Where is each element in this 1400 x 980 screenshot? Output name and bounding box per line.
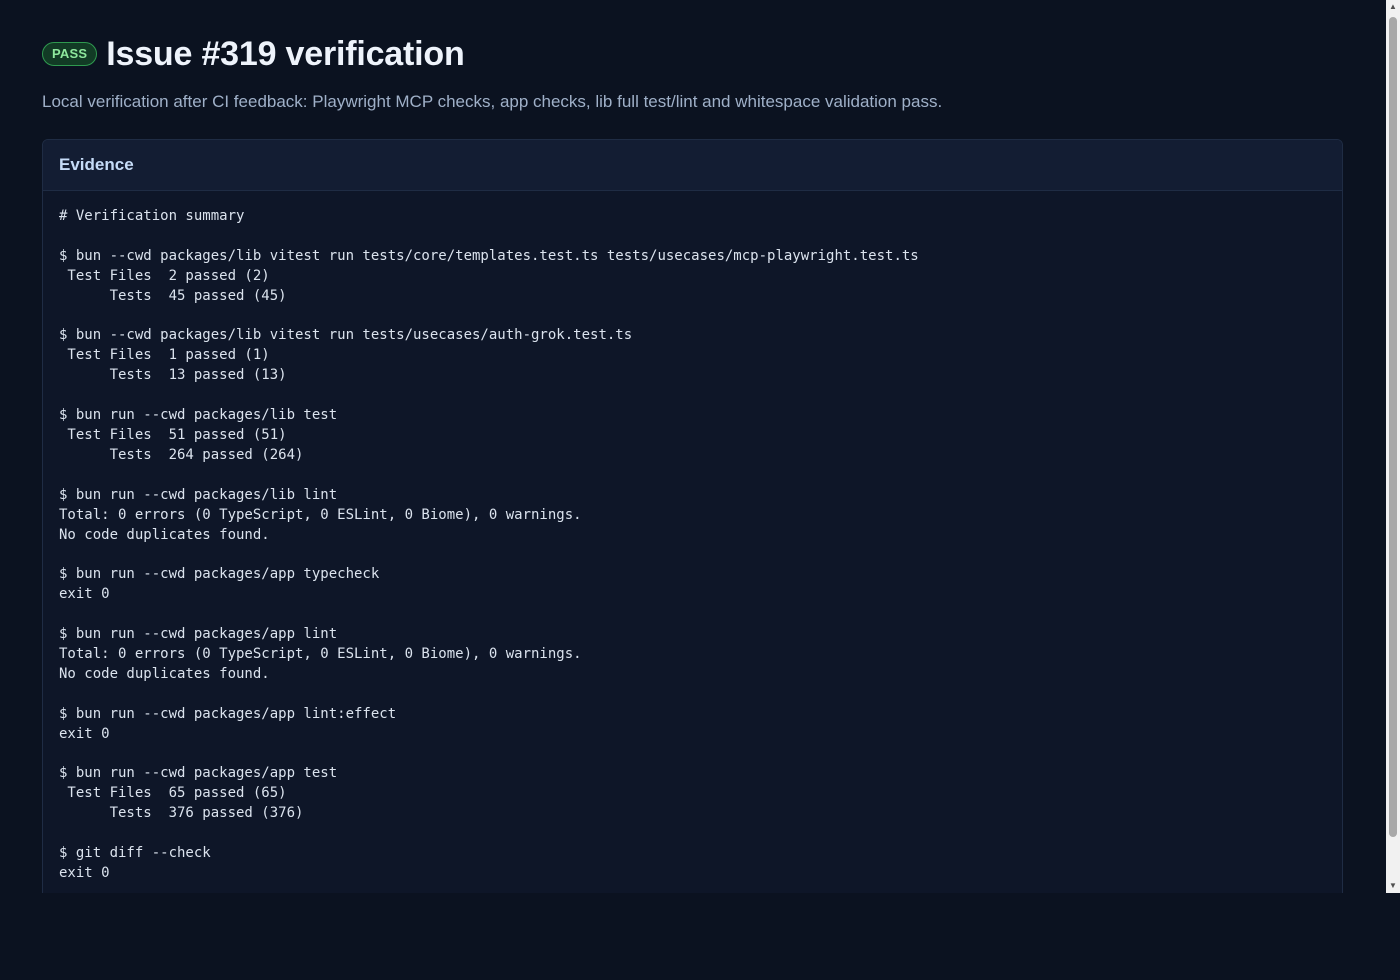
log-line: Total: 0 errors (0 TypeScript, 0 ESLint,… — [59, 506, 582, 523]
log-line: No code duplicates found. — [59, 665, 270, 682]
page-subtitle: Local verification after CI feedback: Pl… — [42, 92, 943, 111]
evidence-header: Evidence — [43, 140, 1342, 191]
page-title: Issue #319 verification — [106, 34, 465, 73]
log-line: Test Files 65 passed (65) — [59, 785, 287, 802]
log-line: Tests 264 passed (264) — [59, 446, 304, 463]
log-line: # Verification summary — [59, 208, 245, 224]
log-line: Tests 13 passed (13) — [59, 367, 287, 384]
log-line: $ bun run --cwd packages/app lint:effect — [59, 705, 397, 722]
log-line: Tests 45 passed (45) — [59, 287, 287, 304]
page: PASS Issue #319 verification Local verif… — [0, 0, 1400, 980]
log-line: $ bun run --cwd packages/app lint — [59, 626, 338, 643]
log-line: exit 0 — [59, 586, 110, 603]
scrollbar-thumb[interactable] — [1389, 17, 1397, 837]
title-row: PASS Issue #319 verification — [42, 30, 1386, 78]
log-line: $ bun run --cwd packages/app test — [59, 765, 338, 782]
log-line: Test Files 51 passed (51) — [59, 426, 287, 443]
log-line: $ bun --cwd packages/lib vitest run test… — [59, 327, 633, 344]
evidence-panel: Evidence # Verification summary $ bun --… — [42, 139, 1343, 893]
evidence-log[interactable]: # Verification summary $ bun --cwd packa… — [43, 191, 1342, 884]
scroll-down-icon[interactable]: ▼ — [1386, 879, 1400, 893]
evidence-title: Evidence — [59, 155, 134, 174]
vertical-scrollbar[interactable]: ▲ ▼ — [1386, 0, 1400, 893]
log-line: $ bun run --cwd packages/lib test — [59, 407, 338, 424]
log-line: Test Files 1 passed (1) — [59, 347, 270, 364]
log-line: $ bun --cwd packages/lib vitest run test… — [59, 247, 919, 264]
log-line: exit 0 — [59, 725, 110, 742]
log-line: Test Files 2 passed (2) — [59, 267, 270, 284]
log-line: exit 0 — [59, 864, 110, 881]
scroll-up-icon[interactable]: ▲ — [1386, 0, 1400, 14]
log-line: Total: 0 errors (0 TypeScript, 0 ESLint,… — [59, 645, 582, 662]
log-line: No code duplicates found. — [59, 526, 270, 543]
log-line: $ bun run --cwd packages/app typecheck — [59, 566, 380, 583]
log-line: Tests 376 passed (376) — [59, 805, 304, 822]
report-viewport[interactable]: PASS Issue #319 verification Local verif… — [0, 0, 1386, 893]
status-badge: PASS — [42, 42, 98, 66]
log-line: $ bun run --cwd packages/lib lint — [59, 486, 338, 503]
report-header: PASS Issue #319 verification Local verif… — [42, 30, 1386, 112]
log-line: $ git diff --check — [59, 845, 211, 861]
